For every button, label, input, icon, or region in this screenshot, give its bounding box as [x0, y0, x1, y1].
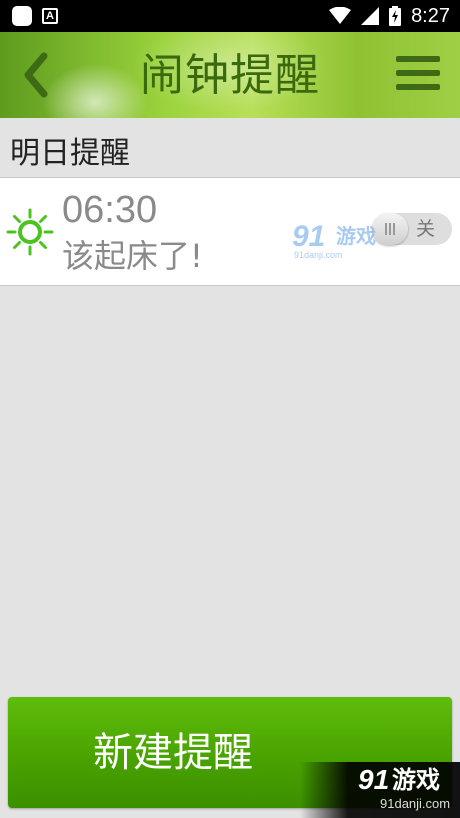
wifi-icon	[329, 7, 352, 24]
notification-a-icon: A	[42, 8, 58, 24]
status-left: A	[12, 6, 58, 26]
status-right: 8:27	[329, 5, 450, 27]
watermark-domain: 91danji.com	[294, 250, 343, 260]
menu-bar	[396, 56, 440, 62]
new-reminder-label: 新建提醒	[93, 731, 253, 775]
alarm-time: 06:30	[62, 189, 158, 231]
status-bar: A 8:27	[0, 0, 460, 32]
app-header: 闹钟提醒	[0, 32, 460, 118]
menu-bar	[396, 84, 440, 90]
watermark-word: 游戏	[336, 224, 376, 248]
sun-icon	[6, 208, 54, 256]
watermark-corner-num: 91	[358, 764, 390, 795]
watermark-corner: 91 游戏 91danji.com	[300, 762, 460, 818]
menu-button[interactable]	[396, 56, 440, 96]
watermark-corner-word: 游戏	[392, 766, 440, 794]
watermark-logo: 91 游戏 91danji.com	[292, 220, 392, 260]
page-title: 闹钟提醒	[140, 50, 320, 101]
cell-signal-icon	[361, 7, 380, 25]
app-notification-icon	[12, 6, 32, 26]
knob-grip	[393, 223, 395, 235]
watermark-corner-domain: 91danji.com	[380, 796, 451, 811]
toggle-label: 关	[416, 218, 436, 240]
battery-charging-icon	[389, 6, 402, 26]
status-time: 8:27	[411, 5, 450, 27]
alarm-message: 该起床了!	[62, 237, 203, 275]
section-label-tomorrow: 明日提醒	[10, 136, 130, 171]
menu-bar	[396, 70, 440, 76]
watermark-num: 91	[292, 220, 326, 253]
